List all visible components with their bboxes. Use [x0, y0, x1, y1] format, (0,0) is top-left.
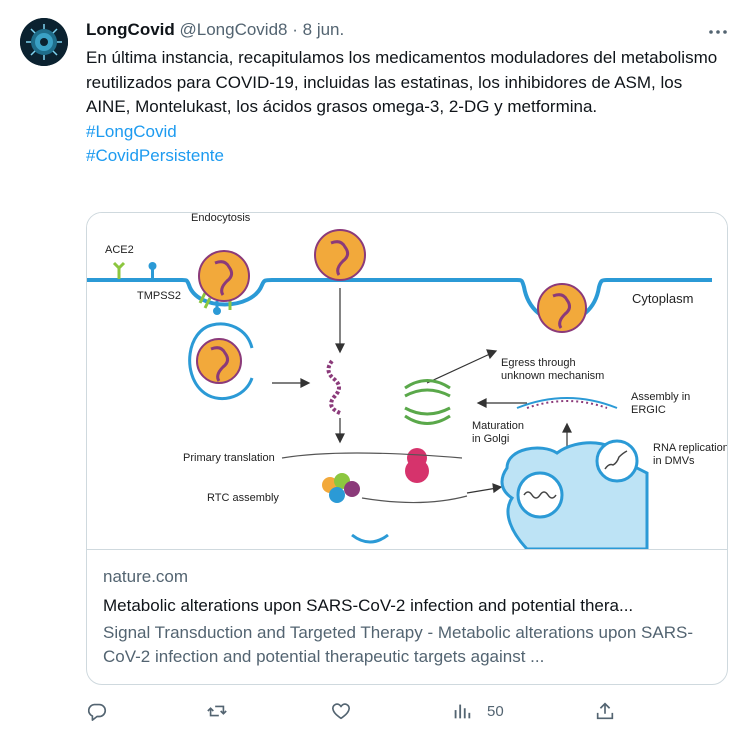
card-image[interactable]: Endocytosis ACE2 TMPSS2 Cytoplasm Egress…	[87, 213, 727, 551]
label-maturation: Maturation	[472, 420, 524, 432]
tweet-text: En última instancia, recapitulamos los m…	[86, 46, 726, 169]
virus-particle-entry	[314, 229, 366, 281]
like-icon[interactable]	[330, 700, 352, 722]
label-assembly: Assembly in	[631, 391, 690, 403]
label-maturation-2: in Golgi	[472, 433, 509, 445]
virus-particle-endocytosis	[198, 250, 250, 302]
virus-particle-egress	[537, 283, 587, 333]
views-button[interactable]: 50	[451, 700, 504, 722]
label-tmpss2: TMPSS2	[137, 290, 181, 302]
label-primary-translation: Primary translation	[183, 452, 275, 464]
tweet-date[interactable]: 8 jun.	[303, 20, 345, 39]
card-title[interactable]: Metabolic alterations upon SARS-CoV-2 in…	[103, 596, 717, 616]
label-egress-2: unknown mechanism	[501, 370, 604, 382]
card-domain: nature.com	[103, 567, 189, 586]
tweet-header: LongCovid @LongCovid8 · 8 jun.	[86, 19, 344, 41]
label-rna-replication: RNA replication	[653, 442, 727, 454]
tweet-body: En última instancia, recapitulamos los m…	[86, 48, 718, 117]
tweet-actions: 50	[86, 700, 726, 724]
label-cytoplasm: Cytoplasm	[632, 291, 693, 306]
card-description: Signal Transduction and Targeted Therapy…	[103, 623, 693, 666]
virus-avatar-icon[interactable]	[20, 18, 68, 66]
more-options-icon[interactable]	[706, 20, 730, 44]
label-rtc-assembly: RTC assembly	[207, 492, 279, 504]
views-count: 50	[487, 702, 504, 720]
views-icon	[454, 704, 471, 719]
tweet: LongCovid @LongCovid8 · 8 jun. En última…	[0, 0, 754, 746]
retweet-icon[interactable]	[206, 700, 228, 722]
author-name[interactable]: LongCovid	[86, 20, 175, 39]
reply-icon[interactable]	[86, 700, 108, 722]
virus-particle-endosome	[188, 322, 254, 401]
label-rna-replication-2: in DMVs	[653, 455, 695, 467]
label-ace2: ACE2	[105, 244, 134, 256]
label-endocytosis: Endocytosis	[191, 213, 251, 224]
hashtag-longcovid[interactable]: #LongCovid	[86, 120, 726, 145]
author-handle[interactable]: @LongCovid8	[180, 20, 288, 39]
hashtag-covidpersistente[interactable]: #CovidPersistente	[86, 144, 726, 169]
label-assembly-2: ERGIC	[631, 404, 666, 416]
label-egress: Egress through	[501, 357, 576, 369]
link-card[interactable]: Endocytosis ACE2 TMPSS2 Cytoplasm Egress…	[86, 212, 728, 685]
separator-dot: ·	[292, 20, 298, 39]
share-icon[interactable]	[594, 700, 616, 722]
